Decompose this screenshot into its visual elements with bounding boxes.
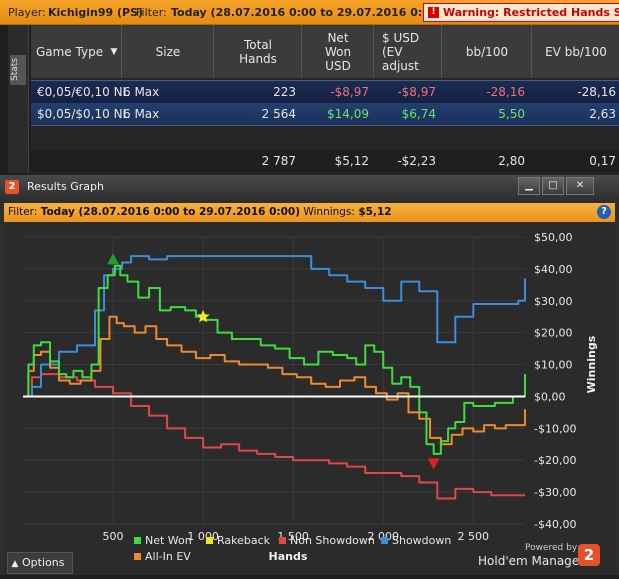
stats-tab-label: Stats [10,55,26,85]
graph-filter-bar: Filter: Today (28.07.2016 0:00 to 29.07.… [4,203,615,222]
col-bb100[interactable]: bb/100 [443,25,532,78]
warning-badge: ! Warning: Restricted Hands Small S [423,3,619,22]
legend-label: Rakeback [217,534,271,547]
results-chart: 500 1 000 1 500 2 000 2 500 $50,00 $40,00 $30,0… [4,223,615,575]
chevron-up-icon: ▲ [11,559,19,569]
col-ev-bb100[interactable]: EV bb/100 [533,25,619,78]
hm2-logo-icon: 2 [5,180,19,194]
options-button[interactable]: ▲ Options [7,552,73,574]
col-size[interactable]: Size [123,25,214,78]
legend-swatch [134,537,141,544]
stats-side-tab[interactable]: Stats [8,25,29,173]
minimize-button[interactable]: ▁ [518,177,540,195]
winnings-label: Winnings: [303,206,355,218]
player-label: Player: [8,6,46,19]
y-axis-label: Winnings [585,335,598,393]
table-row[interactable]: €0,05/€0,10 NL 6 Max 223 -$8,97 -$8,97 -… [31,80,619,104]
maximize-button[interactable]: □ [542,177,564,195]
options-label: Options [22,556,65,569]
powered-by-text: Powered by [525,543,578,553]
warning-text: Warning: Restricted Hands Small S [443,6,619,19]
brand-name: Hold'em Manager [478,554,585,568]
legend-swatch [279,537,286,544]
graph-filter-value[interactable]: Today (28.07.2016 0:00 to 29.07.2016 0:0… [41,206,300,218]
close-button[interactable]: ✕ [566,177,594,195]
winnings-value: $5,12 [358,206,392,218]
y-tick-label: $50,00 [534,231,573,244]
table-row[interactable]: $0,05/$0,10 NL 6 Max 2 564 $14,09 $6,74 … [31,103,619,126]
hm2-brand-logo: 2 [578,544,600,566]
y-tick-label: -$10,00 [534,422,576,435]
max-marker [107,253,120,265]
y-tick-label: $10,00 [534,359,573,372]
col-usd-ev[interactable]: $ USD (EV adjust [375,25,442,78]
col-net-won[interactable]: Net Won USD [303,25,374,78]
help-icon[interactable]: ? [597,205,611,219]
legend-label: Net Won [145,534,192,547]
y-tick-label: $20,00 [534,327,573,340]
player-name[interactable]: Kichigin99 (PS) [48,6,143,19]
sort-down-icon[interactable]: ▼ [111,45,118,59]
stats-table: Game Type ▼ Size Total Hands Net Won USD … [31,25,619,175]
graph-filter-label: Filter: [8,206,38,218]
legend-label: All-In EV [145,550,191,563]
legend-swatch [134,553,141,560]
window-titlebar[interactable]: 2 Results Graph ▁ □ ✕ [0,175,619,199]
x-axis-label: Hands [269,550,308,563]
filter-label: Filter: [136,6,167,19]
series-line-net-won [23,264,526,455]
series-line-non-showdown [23,373,525,500]
legend-label: Non Showdown [290,534,375,547]
warning-icon: ! [428,7,439,18]
x-tick-label: 2 500 [458,530,490,543]
totals-row: 2 787 $5,12 -$2,23 2,80 0,17 [31,150,619,172]
results-graph-window: 2 Results Graph ▁ □ ✕ Filter: Today (28.… [0,175,619,575]
y-tick-label: -$20,00 [534,454,576,467]
y-tick-label: $40,00 [534,263,573,276]
y-tick-label: -$30,00 [534,486,576,499]
col-total-hands[interactable]: Total Hands [215,25,302,78]
y-tick-label: $30,00 [534,295,573,308]
x-tick-label: 500 [103,530,124,543]
table-header: Game Type ▼ Size Total Hands Net Won USD … [31,25,619,78]
min-marker [427,458,440,470]
y-tick-label: -$40,00 [534,518,576,531]
y-tick-label: $0,00 [534,390,566,403]
col-game-type[interactable]: Game Type ▼ [31,25,122,78]
results-chart-svg: 500 1 000 1 500 2 000 2 500$50,00$40,00$30,0… [23,231,598,563]
player-filter-bar: Player: Kichigin99 (PS) Filter: Today (2… [0,0,619,25]
window-title: Results Graph [27,180,104,193]
legend-swatch [381,537,388,544]
legend-swatch [206,537,213,544]
filter-value[interactable]: Today (28.07.2016 0:00 to 29.07.2016 0:0… [171,6,443,19]
legend-label: Showdown [392,534,451,547]
x-tick-label: 1 000 [187,530,219,543]
